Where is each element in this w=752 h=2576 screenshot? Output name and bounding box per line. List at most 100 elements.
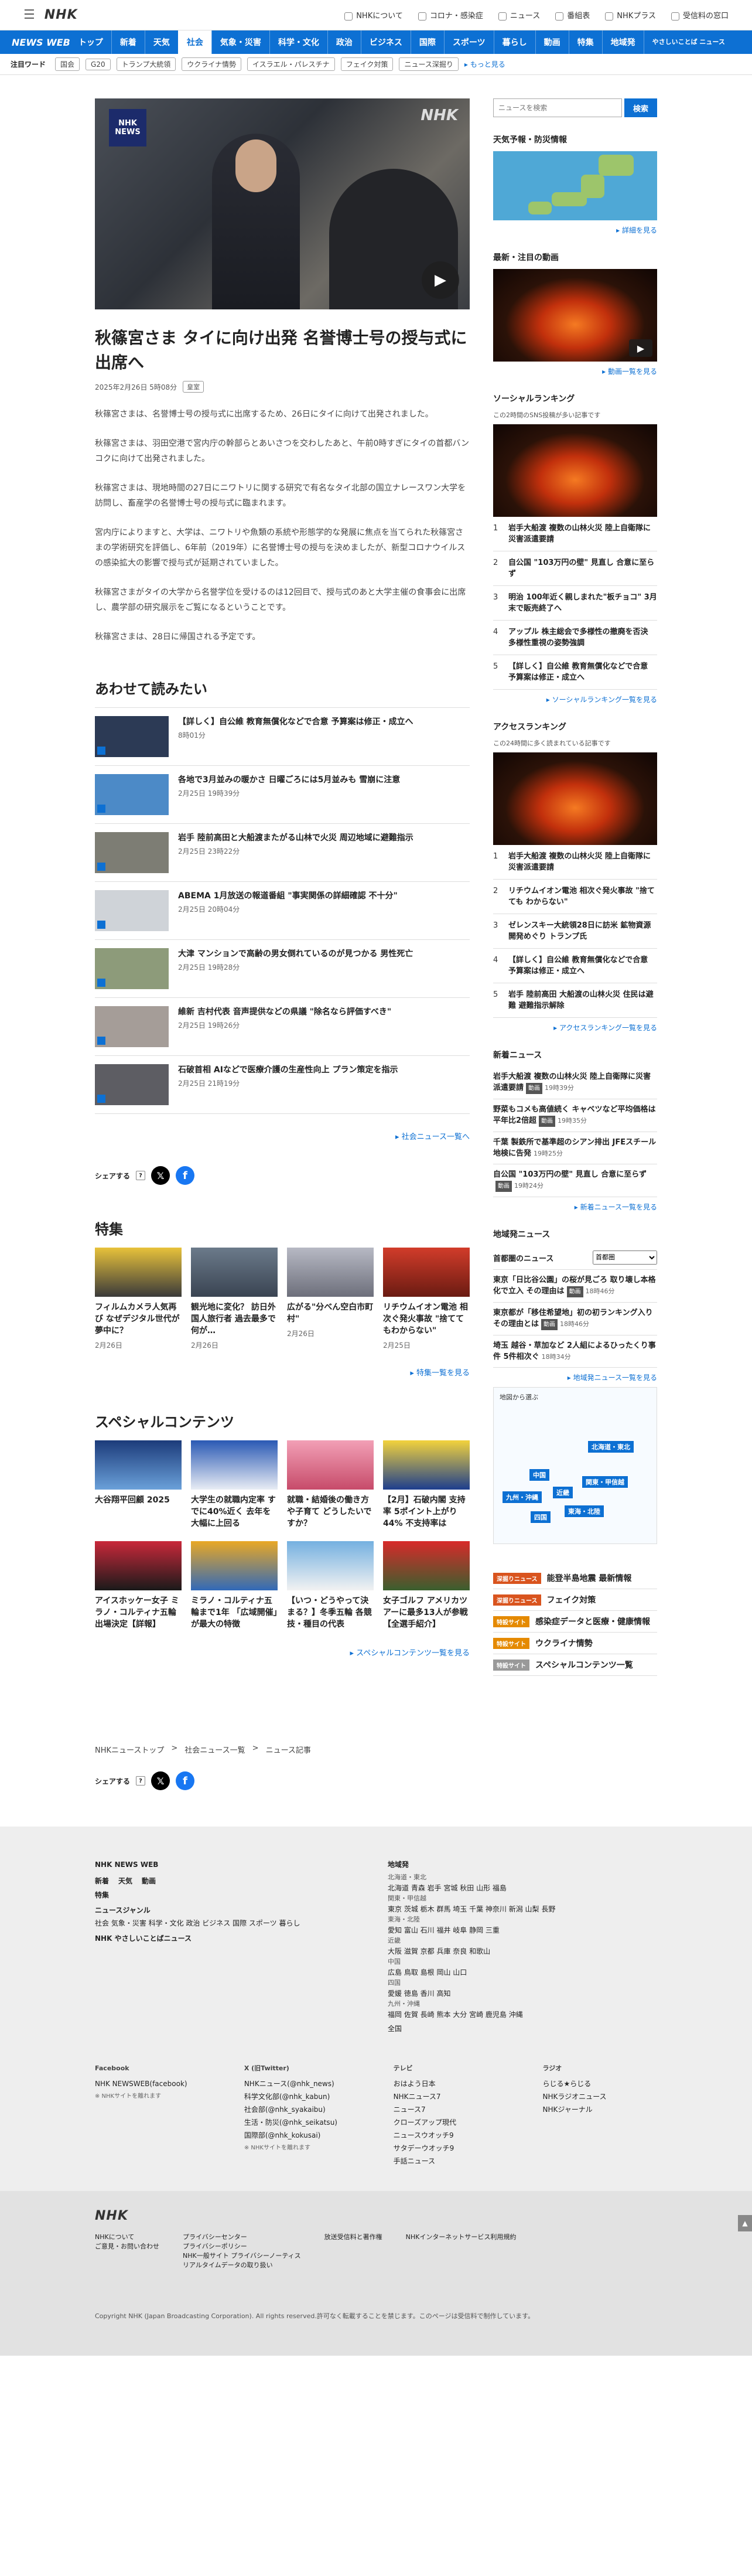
link-fee[interactable]: 受信料の窓口 [671,9,729,21]
latest-more-link[interactable]: ▸ 新着ニュース一覧を見る [493,1202,657,1212]
ranking-image[interactable] [493,424,657,517]
special-card[interactable]: ミラノ・コルティナ五輪まで1年 「広域開催」が最大の特徴 [191,1541,278,1630]
footer-genres[interactable]: 社会 気象・災害 科学・文化 政治 ビジネス 国際 スポーツ 暮らし [95,1918,364,1928]
pickup-item[interactable]: 特設サイト スペシャルコンテンツ一覧 [493,1654,657,1676]
features-more-link[interactable]: ▸ 特集一覧を見る [95,1367,470,1378]
region-kinki[interactable]: 近畿 [552,1486,573,1499]
trending-tag[interactable]: ウクライナ情勢 [182,57,242,71]
list-item[interactable]: 自公国 "103万円の壁" 見直し 合意に至らず動画 19時24分 [493,1164,657,1197]
nav-politics[interactable]: 政治 [327,30,361,54]
page-top-button[interactable]: ▲ [738,2215,752,2231]
list-item[interactable]: 4 アップル 株主総会で多様性の撤廃を否決 多様性重視の姿勢強調 [493,621,657,655]
list-item[interactable]: 埼玉 越谷・草加など 2人組によるひったくり事件 5件相次ぐ 18時34分 [493,1335,657,1368]
special-card[interactable]: 【2月】石破内閣 支持率 5ポイント上がり44% 不支持率は [383,1440,470,1529]
nav-feature[interactable]: 特集 [568,30,602,54]
trending-tag[interactable]: トランプ大統領 [116,57,176,71]
list-item[interactable]: 東京「日比谷公園」の桜が見ごろ 取り壊し本格化で立入 その理由は 動画 18時46分 [493,1270,657,1303]
list-item[interactable]: 2 リチウムイオン電池 相次ぐ発火事故 "捨てても わからない" [493,880,657,914]
menu-icon[interactable]: ☰ [23,8,35,22]
feature-card[interactable]: フィルムカメラ人気再び なぜデジタル世代が夢中に？ 2月26日 [95,1248,182,1350]
breadcrumb-item[interactable]: NHKニューストップ [95,1744,164,1755]
special-card[interactable]: アイスホッケー女子 ミラノ・コルティナ五輪出場決定【詳報】 [95,1541,182,1630]
ranking-image[interactable] [493,752,657,845]
video-thumbnail[interactable]: ▶ [493,269,657,362]
feature-card[interactable]: 広がる"分べん空白市町村" 2月26日 [287,1248,374,1350]
special-more-link[interactable]: ▸ スペシャルコンテンツ一覧を見る [95,1647,470,1658]
nav-society[interactable]: 社会 [177,30,211,54]
list-item[interactable]: ABEMA 1月放送の報道番組 "事実関係の詳細確認 不十分" 2月25日 20時… [95,881,470,939]
nav-science[interactable]: 科学・文化 [269,30,327,54]
special-card[interactable]: 大谷翔平回顧 2025 [95,1440,182,1529]
pickup-item[interactable]: 深掘りニュース 能登半島地震 最新情報 [493,1568,657,1589]
trending-tag[interactable]: G20 [86,58,111,70]
list-item[interactable]: 3 ゼレンスキー大統領28日に訪米 鉱物資源開発めぐり トランプ氏 [493,914,657,949]
social-more-link[interactable]: ▸ ソーシャルランキング一覧を見る [493,694,657,704]
nav-life[interactable]: 暮らし [493,30,535,54]
nav-international[interactable]: 国際 [410,30,444,54]
footer-genre-title[interactable]: ニュースジャンル [95,1905,364,1916]
trending-tag[interactable]: ニュース深掘り [399,57,459,71]
nav-business[interactable]: ビジネス [360,30,411,54]
nav-video[interactable]: 動画 [535,30,569,54]
special-card[interactable]: 女子ゴルフ アメリカツアーに最多13人が参戦【全選手紹介】 [383,1541,470,1630]
list-item[interactable]: 各地で3月並みの暖かさ 日曜ごろには5月並みも 雪崩に注意 2月25日 19時39… [95,765,470,823]
video-more-link[interactable]: ▸ 動画一覧を見る [493,366,657,376]
local-more-link[interactable]: ▸ 地域発ニュース一覧を見る [493,1372,657,1382]
list-item[interactable]: 5 岩手 陸前高田 大船渡の山林火災 住民は避難 避難指示解除 [493,983,657,1018]
region-chugoku[interactable]: 中国 [529,1468,550,1481]
local-area-select[interactable]: 首都圏 [593,1250,657,1265]
nav-disaster[interactable]: 気象・災害 [211,30,269,54]
footer-link[interactable]: 特集 [95,1891,109,1899]
search-input[interactable] [493,98,622,117]
footer-link[interactable]: 天気 [118,1876,132,1886]
weather-more-link[interactable]: ▸ 詳細を見る [493,225,657,235]
footer-link[interactable]: 動画 [142,1876,156,1886]
nav-weather[interactable]: 天気 [144,30,178,54]
news-web-logo[interactable]: NEWS WEB [12,37,78,48]
breadcrumb-item[interactable]: 社会ニュース一覧 [184,1744,245,1755]
region-tokai[interactable]: 東海・北陸 [564,1505,604,1518]
trending-tag[interactable]: イスラエル・パレスチナ [247,57,335,71]
facebook-share-icon[interactable]: f [176,1771,195,1790]
help-icon[interactable]: ? [136,1776,146,1786]
facebook-share-icon[interactable]: f [176,1166,195,1185]
link-covid[interactable]: コロナ・感染症 [418,9,483,21]
feature-card[interactable]: リチウムイオン電池 相次ぐ発火事故 "捨ててもわからない" 2月25日 [383,1248,470,1350]
list-item[interactable]: 1 岩手大船渡 複数の山林火災 陸上自衛隊に災害派遣要請 [493,517,657,551]
play-icon[interactable]: ▶ [629,339,652,357]
nav-sports[interactable]: スポーツ [443,30,494,54]
search-button[interactable]: 検索 [624,98,657,117]
list-item[interactable]: 大津 マンションで高齢の男女倒れているのが見つかる 男性死亡 2月25日 19時2… [95,939,470,997]
link-news[interactable]: ニュース [498,9,540,21]
region-shikoku[interactable]: 四国 [530,1511,551,1524]
help-icon[interactable]: ? [136,1171,146,1180]
list-item[interactable]: 5 【詳しく】自公維 教育無償化などで合意 予算案は修正・成立へ [493,655,657,690]
feature-card[interactable]: 観光地に変化？ 訪日外国人旅行者 過去最多で何が… 2月26日 [191,1248,278,1350]
special-card[interactable]: 大学生の就職内定率 すでに40%近く 去年を大幅に上回る [191,1440,278,1529]
x-share-icon[interactable]: 𝕏 [151,1771,170,1790]
trending-tag[interactable]: フェイク対策 [340,57,394,71]
region-kyushu[interactable]: 九州・沖縄 [502,1491,542,1504]
access-more-link[interactable]: ▸ アクセスランキング一覧を見る [493,1023,657,1033]
list-item[interactable]: 石破首相 AIなどで医療介護の生産性向上 プラン策定を指示 2月25日 21時19… [95,1055,470,1114]
x-share-icon[interactable]: 𝕏 [151,1166,170,1185]
link-program[interactable]: 番組表 [555,9,590,21]
article-category[interactable]: 皇室 [183,381,204,393]
link-about-nhk[interactable]: NHKについて [344,9,403,21]
list-item[interactable]: 岩手大船渡 複数の山林火災 陸上自衛隊に災害派遣要請 動画 19時39分 [493,1066,657,1099]
nav-top[interactable]: トップ [78,30,111,54]
special-card[interactable]: 就職・結婚後の働き方や子育て どうしたいですか？ [287,1440,374,1529]
pickup-item[interactable]: 特設サイト 感染症データと医療・健康情報 [493,1611,657,1633]
region-tohoku[interactable]: 北海道・東北 [587,1440,634,1453]
footer-nhk-logo[interactable]: NHK [95,2209,657,2223]
region-kanto[interactable]: 関東・甲信越 [582,1476,628,1488]
nav-local[interactable]: 地域発 [601,30,644,54]
footer-region-title[interactable]: 地域発 [388,1859,555,1870]
list-item[interactable]: 岩手 陸前高田と大船渡またがる山林で火災 周辺地域に避難指示 2月25日 23時2… [95,823,470,881]
society-list-link[interactable]: ▸ 社会ニュース一覧へ [95,1130,470,1142]
nhk-logo[interactable]: NHK [45,8,78,22]
list-item[interactable]: 4 【詳しく】自公維 教育無償化などで合意 予算案は修正・成立へ [493,949,657,983]
weather-map[interactable] [493,151,657,220]
list-item[interactable]: 維新 吉村代表 音声提供などの県議 "除名なら評価すべき" 2月25日 19時26… [95,997,470,1055]
nav-latest[interactable]: 新着 [111,30,145,54]
